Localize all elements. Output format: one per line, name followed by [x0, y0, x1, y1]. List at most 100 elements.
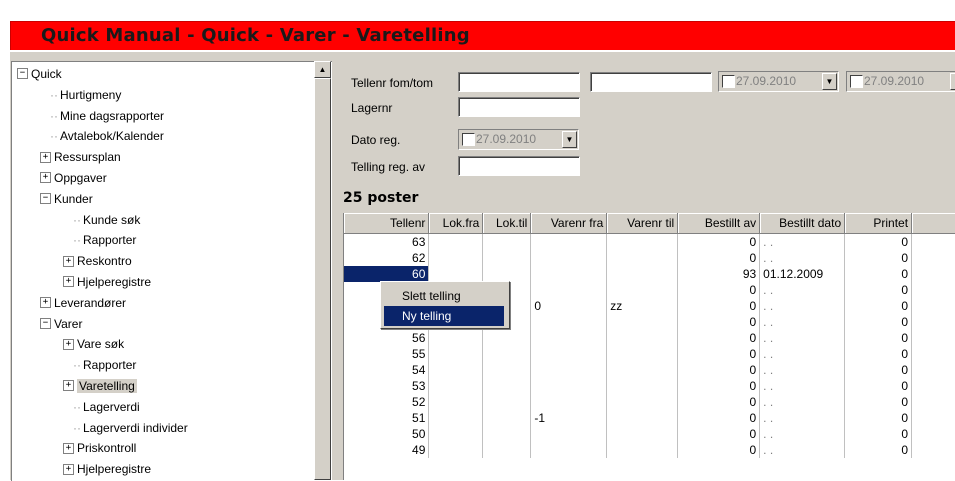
- expand-icon[interactable]: +: [40, 297, 51, 309]
- tree-item[interactable]: − Varer: [40, 314, 82, 334]
- column-header[interactable]: Printet: [844, 213, 913, 234]
- expand-icon[interactable]: +: [63, 463, 74, 475]
- tree-connector: ··: [50, 87, 58, 102]
- tree-item[interactable]: + Vare søk: [63, 334, 124, 354]
- expand-icon[interactable]: +: [40, 151, 51, 163]
- lagernr-input[interactable]: [458, 97, 580, 117]
- tree-item-label: Reskontro: [77, 254, 132, 269]
- expand-icon[interactable]: +: [40, 172, 51, 184]
- date-reg-checkbox[interactable]: [462, 133, 475, 146]
- tree-scrollbar[interactable]: ▲: [314, 61, 331, 480]
- table-cell: [428, 345, 484, 362]
- table-cell: [530, 425, 608, 442]
- tree-item[interactable]: + Reskontro: [63, 251, 132, 271]
- table-cell: [530, 361, 608, 378]
- tree-item[interactable]: − Kunder: [40, 189, 93, 209]
- table-cell: 53: [344, 377, 430, 394]
- table-cell: 93: [677, 265, 761, 282]
- menu-item-slett-telling[interactable]: Slett telling: [384, 286, 504, 306]
- column-header[interactable]: Varenr fra: [530, 213, 608, 234]
- tellenr-from-input[interactable]: [458, 72, 580, 92]
- date-to-checkbox[interactable]: [850, 75, 863, 88]
- record-count: 25 poster: [343, 190, 419, 206]
- table-row[interactable]: 55 0. .0: [344, 345, 955, 362]
- table-row[interactable]: 50 0. .0: [344, 425, 955, 442]
- date-from-picker[interactable]: 27.09.2010 ▼: [718, 71, 839, 92]
- table-cell: 0: [844, 409, 913, 426]
- table-cell: [428, 425, 484, 442]
- date-to-value: 27.09.2010: [864, 74, 925, 88]
- table-row[interactable]: 62 0. .0: [344, 249, 955, 266]
- expand-icon[interactable]: +: [63, 276, 74, 288]
- tree-item[interactable]: + Leverandører: [40, 293, 126, 313]
- tree-item[interactable]: ·· Lagerverdi individer: [73, 418, 188, 438]
- table-cell: [606, 249, 679, 266]
- tree-item[interactable]: + Varetelling: [63, 376, 137, 396]
- collapse-icon[interactable]: −: [40, 317, 51, 329]
- tellenr-to-input[interactable]: [590, 72, 712, 92]
- table-cell: 0: [677, 425, 761, 442]
- dato-label: Dato reg.: [351, 133, 401, 147]
- expand-icon[interactable]: +: [63, 338, 74, 350]
- tree-item-label: Hurtigmeny: [60, 87, 122, 102]
- tree-item[interactable]: ·· Rapporter: [73, 355, 136, 375]
- table-row[interactable]: 60 93 01.12.2009 0: [344, 265, 955, 282]
- table-cell: [482, 265, 532, 282]
- tree-item[interactable]: ·· Hurtigmeny: [50, 85, 121, 105]
- table-cell: . .: [759, 409, 846, 426]
- chevron-down-icon[interactable]: ▼: [562, 131, 577, 148]
- tree-item-label: Lagerverdi: [83, 399, 140, 414]
- table-row[interactable]: 63 0. .0: [344, 233, 955, 250]
- column-header[interactable]: Lok.til: [482, 213, 532, 234]
- table-cell-filler: [912, 394, 955, 410]
- column-header[interactable]: Bestillt dato: [759, 213, 846, 234]
- tree-item[interactable]: + Hjelperegistre: [63, 459, 151, 479]
- table-row[interactable]: 53 0. .0: [344, 377, 955, 394]
- collapse-icon[interactable]: −: [17, 68, 28, 80]
- date-reg-picker[interactable]: 27.09.2010 ▼: [458, 129, 579, 150]
- date-to-picker[interactable]: 27.09.2010 ▼: [846, 71, 955, 92]
- tree-item[interactable]: ·· Avtalebok/Kalender: [50, 126, 164, 146]
- scroll-thumb[interactable]: [314, 78, 331, 480]
- table-row[interactable]: 56 0. .0: [344, 329, 955, 346]
- navigation-tree[interactable]: − Quick ·· Hurtigmeny ·· Mine dagsrapporter ··…: [11, 61, 332, 481]
- table-row[interactable]: 49 0. .0: [344, 441, 955, 458]
- table-cell: . .: [759, 441, 846, 458]
- table-cell-filler: [912, 330, 955, 346]
- tree-item[interactable]: − Quick: [17, 64, 62, 84]
- column-header[interactable]: Tellenr: [344, 213, 430, 234]
- table-row[interactable]: 52 0. .0: [344, 393, 955, 410]
- table-cell: 0: [677, 393, 761, 410]
- tree-item[interactable]: + Ressursplan: [40, 147, 121, 167]
- table-row[interactable]: 54 0. .0: [344, 361, 955, 378]
- splitter[interactable]: [332, 61, 341, 480]
- expand-icon[interactable]: +: [63, 442, 74, 454]
- tree-item[interactable]: ·· Rapporter: [73, 230, 136, 250]
- date-from-checkbox[interactable]: [722, 75, 735, 88]
- chevron-down-icon[interactable]: ▼: [822, 73, 837, 90]
- table-cell: [428, 265, 484, 282]
- collapse-icon[interactable]: −: [40, 193, 51, 205]
- tree-item[interactable]: ·· Lagerverdi: [73, 397, 140, 417]
- table-row[interactable]: 51 -1 0. .0: [344, 409, 955, 426]
- expand-icon[interactable]: +: [63, 380, 74, 392]
- table-cell: [428, 377, 484, 394]
- table-cell: . .: [759, 297, 846, 314]
- tree-item[interactable]: + Oppgaver: [40, 168, 107, 188]
- chevron-down-icon[interactable]: ▼: [950, 73, 955, 90]
- telling-grid[interactable]: Tellenr Lok.fra Lok.til Varenr fra Varenr ti…: [343, 213, 955, 480]
- column-header[interactable]: Bestillt av: [677, 213, 761, 234]
- column-header[interactable]: Varenr til: [606, 213, 679, 234]
- telling-reg-input[interactable]: [458, 156, 580, 176]
- expand-icon[interactable]: +: [63, 255, 74, 267]
- scroll-up-icon[interactable]: ▲: [314, 61, 331, 78]
- table-cell: 0: [844, 265, 913, 282]
- tree-connector: ··: [73, 358, 81, 373]
- menu-item-ny-telling[interactable]: Ny telling: [384, 306, 504, 326]
- tree-item[interactable]: + Hjelperegistre: [63, 272, 151, 292]
- table-cell: [606, 409, 679, 426]
- tree-item[interactable]: ·· Mine dagsrapporter: [50, 106, 164, 126]
- tree-item[interactable]: ·· Kunde søk: [73, 210, 140, 230]
- tree-item[interactable]: + Priskontroll: [63, 438, 136, 458]
- column-header[interactable]: Lok.fra: [428, 213, 484, 234]
